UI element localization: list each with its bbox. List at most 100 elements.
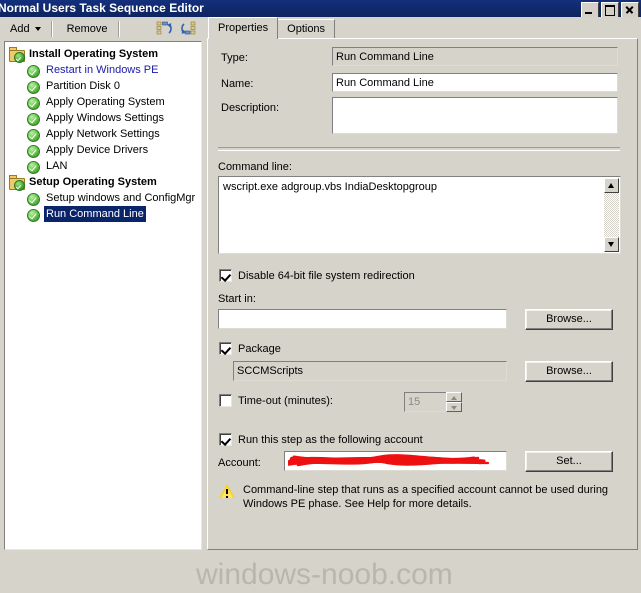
checkbox-icon: [219, 394, 232, 407]
properties-pane: Type: Run Command Line Name: Run Command…: [207, 38, 638, 550]
tree-node[interactable]: Apply Windows Settings: [26, 110, 201, 126]
tree-node[interactable]: Partition Disk 0: [26, 78, 201, 94]
tree-node-label: Partition Disk 0: [46, 80, 120, 92]
run-as-account-checkbox[interactable]: Run this step as the following account: [219, 433, 423, 446]
name-input[interactable]: Run Command Line: [332, 73, 618, 92]
description-label: Description:: [221, 102, 280, 114]
tree-node[interactable]: Setup windows and ConfigMgr: [26, 190, 201, 206]
command-line-textarea[interactable]: wscript.exe adgroup.vbs IndiaDesktopgrou…: [218, 176, 621, 254]
folder-group-icon: [9, 174, 25, 191]
window-controls: [581, 2, 639, 17]
package-checkbox[interactable]: Package: [219, 342, 281, 355]
type-value: Run Command Line: [332, 47, 618, 66]
tree-node[interactable]: Run Command Line: [26, 206, 201, 222]
tree-node-label: Setup Operating System: [29, 176, 157, 188]
toolbar-separator-1: [50, 21, 53, 37]
tree-node[interactable]: Apply Device Drivers: [26, 142, 201, 158]
account-set-button[interactable]: Set...: [525, 451, 613, 472]
start-in-browse-button[interactable]: Browse...: [525, 309, 613, 330]
timeout-label: Time-out (minutes):: [238, 394, 333, 407]
title-bar: Normal Users Task Sequence Editor: [0, 0, 641, 17]
timeout-checkbox[interactable]: Time-out (minutes):: [219, 394, 333, 407]
tree-node-label: Install Operating System: [29, 48, 158, 60]
folder-group-icon: [9, 46, 25, 63]
run-as-account-label: Run this step as the following account: [238, 433, 423, 446]
disable-redirection-label: Disable 64-bit file system redirection: [238, 269, 415, 282]
green-check-icon: [26, 127, 41, 142]
tree-node-label: Apply Network Settings: [46, 128, 160, 140]
warning-message: Command-line step that runs as a specifi…: [219, 483, 619, 511]
tab-options-label: Options: [287, 23, 326, 35]
tree-node-label: Run Command Line: [44, 206, 146, 222]
warning-icon: [219, 483, 236, 499]
tree-node-label: Setup windows and ConfigMgr: [46, 192, 196, 204]
tab-options[interactable]: Options: [277, 19, 336, 39]
package-browse-button[interactable]: Browse...: [525, 361, 613, 382]
green-check-icon: [26, 159, 41, 174]
toolbar-icon-group: [156, 20, 204, 38]
tree-node[interactable]: Setup Operating System: [9, 174, 201, 191]
tree-node-label: Restart in Windows PE: [46, 64, 159, 76]
green-check-icon: [26, 79, 41, 94]
tree-toolbar: Add Remove: [0, 17, 204, 41]
section-divider: [218, 147, 620, 151]
package-value[interactable]: SCCMScripts: [233, 361, 507, 381]
stepper-down-icon[interactable]: [446, 402, 462, 412]
command-line-label: Command line:: [218, 161, 292, 173]
package-label: Package: [238, 342, 281, 355]
tree-node[interactable]: Apply Network Settings: [26, 126, 201, 142]
tree-node-label: Apply Operating System: [46, 96, 165, 108]
add-button-label: Add: [10, 23, 30, 35]
tree-node[interactable]: Restart in Windows PE: [26, 62, 201, 78]
redaction-scribble: [288, 454, 490, 467]
tab-strip: Properties Options: [208, 17, 336, 39]
start-in-label: Start in:: [218, 293, 256, 305]
description-input[interactable]: [332, 97, 618, 134]
tree-node[interactable]: Apply Operating System: [26, 94, 201, 110]
tab-properties[interactable]: Properties: [208, 17, 279, 39]
dialog-footer: OK Cancel Apply Help: [0, 552, 641, 593]
green-check-icon: [26, 63, 41, 78]
green-check-icon: [26, 95, 41, 110]
close-button[interactable]: [621, 2, 639, 17]
scroll-up-icon[interactable]: [604, 178, 619, 193]
name-label: Name:: [221, 78, 254, 90]
tab-properties-label: Properties: [218, 22, 269, 34]
stepper-up-icon[interactable]: [446, 392, 462, 402]
disable-redirection-checkbox[interactable]: Disable 64-bit file system redirection: [219, 269, 415, 282]
remove-button-label: Remove: [66, 23, 108, 35]
green-check-icon: [26, 111, 41, 126]
tree-node-list: Install Operating System Restart in Windo…: [5, 42, 201, 222]
add-button[interactable]: Add: [4, 18, 47, 40]
command-line-value: wscript.exe adgroup.vbs IndiaDesktopgrou…: [223, 181, 438, 193]
task-sequence-tree[interactable]: Install Operating System Restart in Windo…: [4, 41, 202, 550]
tree-node[interactable]: LAN: [26, 158, 201, 174]
scroll-down-icon[interactable]: [604, 237, 619, 252]
task-sequence-editor-window: Normal Users Task Sequence Editor Add Re…: [0, 0, 641, 593]
green-check-icon: [26, 207, 41, 222]
move-up-icon[interactable]: [156, 20, 174, 38]
tree-node-label: Apply Windows Settings: [46, 112, 164, 124]
window-title: Normal Users Task Sequence Editor: [0, 1, 204, 15]
warning-text: Command-line step that runs as a specifi…: [243, 484, 609, 510]
remove-button[interactable]: Remove: [61, 18, 114, 40]
minimize-button[interactable]: [581, 2, 599, 17]
account-label: Account:: [218, 457, 261, 469]
green-check-icon: [26, 143, 41, 158]
checkbox-icon: [219, 342, 232, 355]
timeout-stepper[interactable]: [446, 392, 462, 412]
checkbox-icon: [219, 269, 232, 282]
tree-node[interactable]: Install Operating System: [9, 46, 201, 63]
type-label: Type:: [221, 52, 248, 64]
account-input[interactable]: [284, 451, 507, 471]
start-in-input[interactable]: [218, 309, 507, 329]
move-down-icon[interactable]: [179, 20, 197, 38]
checkbox-icon: [219, 433, 232, 446]
toolbar-separator-2: [117, 21, 120, 37]
green-check-icon: [26, 191, 41, 206]
maximize-button[interactable]: [601, 2, 619, 17]
tree-node-label: Apply Device Drivers: [46, 144, 149, 156]
command-line-scrollbar[interactable]: [604, 178, 619, 252]
tree-node-label: LAN: [46, 160, 68, 172]
chevron-down-icon: [34, 27, 41, 31]
